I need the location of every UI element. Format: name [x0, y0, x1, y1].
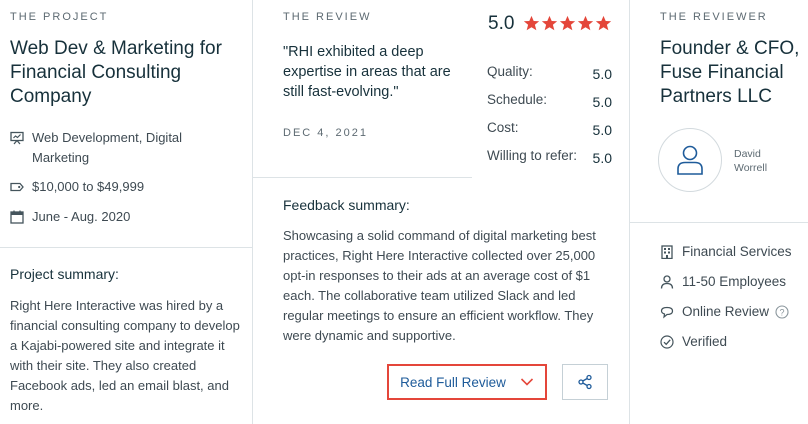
presentation-icon [10, 131, 24, 145]
star-icon [577, 15, 594, 31]
project-summary-label: Project summary: [10, 266, 119, 282]
section-label: THE PROJECT [10, 11, 109, 23]
rating-label: Quality: [487, 64, 533, 79]
review-quote: "RHI exhibited a deep expertise in areas… [283, 44, 451, 100]
star-icon [541, 15, 558, 31]
divider [0, 247, 252, 248]
star-icon [559, 15, 576, 31]
reviewer-company-size: 11-50 Employees [682, 274, 787, 289]
review-date: DEC 4, 2021 [283, 127, 368, 139]
person-icon [660, 274, 674, 289]
project-budget: $10,000 to $49,999 [32, 179, 145, 194]
dates-row: June - Aug. 2020 [10, 207, 232, 227]
divider [629, 0, 630, 424]
review-type-row: Online Review ? [660, 304, 789, 319]
reviewer-name: David Worrell [734, 148, 768, 174]
divider [253, 177, 472, 178]
reviewer-review-type: Online Review [682, 304, 770, 319]
read-full-review-label: Read Full Review [400, 374, 506, 390]
feedback-summary: Showcasing a solid command of digital ma… [283, 228, 596, 343]
reviewer-status: Verified [682, 334, 728, 349]
project-dates: June - Aug. 2020 [32, 209, 131, 224]
share-icon [578, 374, 592, 390]
rating-label: Cost: [487, 120, 519, 135]
help-icon[interactable]: ? [775, 304, 789, 319]
star-icon [523, 15, 540, 31]
overall-score: 5.0 [488, 13, 515, 34]
rating-value: 5.0 [592, 122, 612, 138]
star-icon [595, 15, 612, 31]
feedback-summary-label: Feedback summary: [283, 197, 410, 213]
reviewer-title-line: Partners LLC [660, 86, 772, 107]
read-full-review-button[interactable]: Read Full Review [387, 364, 547, 400]
price-tag-icon [10, 182, 24, 192]
section-label: THE REVIEWER [660, 11, 768, 23]
section-label: THE REVIEW [283, 11, 372, 23]
rating-label: Schedule: [487, 92, 548, 107]
user-icon [677, 145, 703, 175]
reviewer-title-line: Fuse Financial [660, 62, 784, 83]
reviewer-title-line: Founder & CFO, [660, 38, 800, 59]
calendar-icon [10, 210, 24, 224]
divider [630, 222, 808, 223]
reviewer-industry: Financial Services [682, 244, 792, 259]
company-size-row: 11-50 Employees [660, 274, 786, 289]
chevron-down-icon [520, 378, 533, 386]
chat-bubble-icon [660, 306, 674, 318]
project-summary: Right Here Interactive was hired by a fi… [10, 298, 240, 413]
check-circle-icon [660, 334, 674, 349]
budget-row: $10,000 to $49,999 [10, 177, 232, 197]
service-row: Web Development, Digital Marketing [10, 128, 232, 168]
rating-label: Willing to refer: [487, 148, 578, 163]
rating-value: 5.0 [592, 66, 612, 82]
verified-row: Verified [660, 334, 727, 349]
avatar [658, 128, 722, 192]
building-icon [661, 244, 673, 259]
industry-row: Financial Services [660, 244, 792, 259]
project-service: Web Development, Digital Marketing [32, 130, 183, 165]
divider [252, 0, 253, 424]
project-title: Web Dev & Marketing for Financial Consul… [10, 38, 222, 107]
reviewer-title: Founder & CFO, Fuse Financial Partners L… [660, 37, 808, 109]
rating-value: 5.0 [592, 94, 612, 110]
star-rating [523, 15, 613, 32]
svg-text:?: ? [780, 307, 785, 317]
share-button[interactable] [562, 364, 608, 400]
rating-value: 5.0 [592, 150, 612, 166]
